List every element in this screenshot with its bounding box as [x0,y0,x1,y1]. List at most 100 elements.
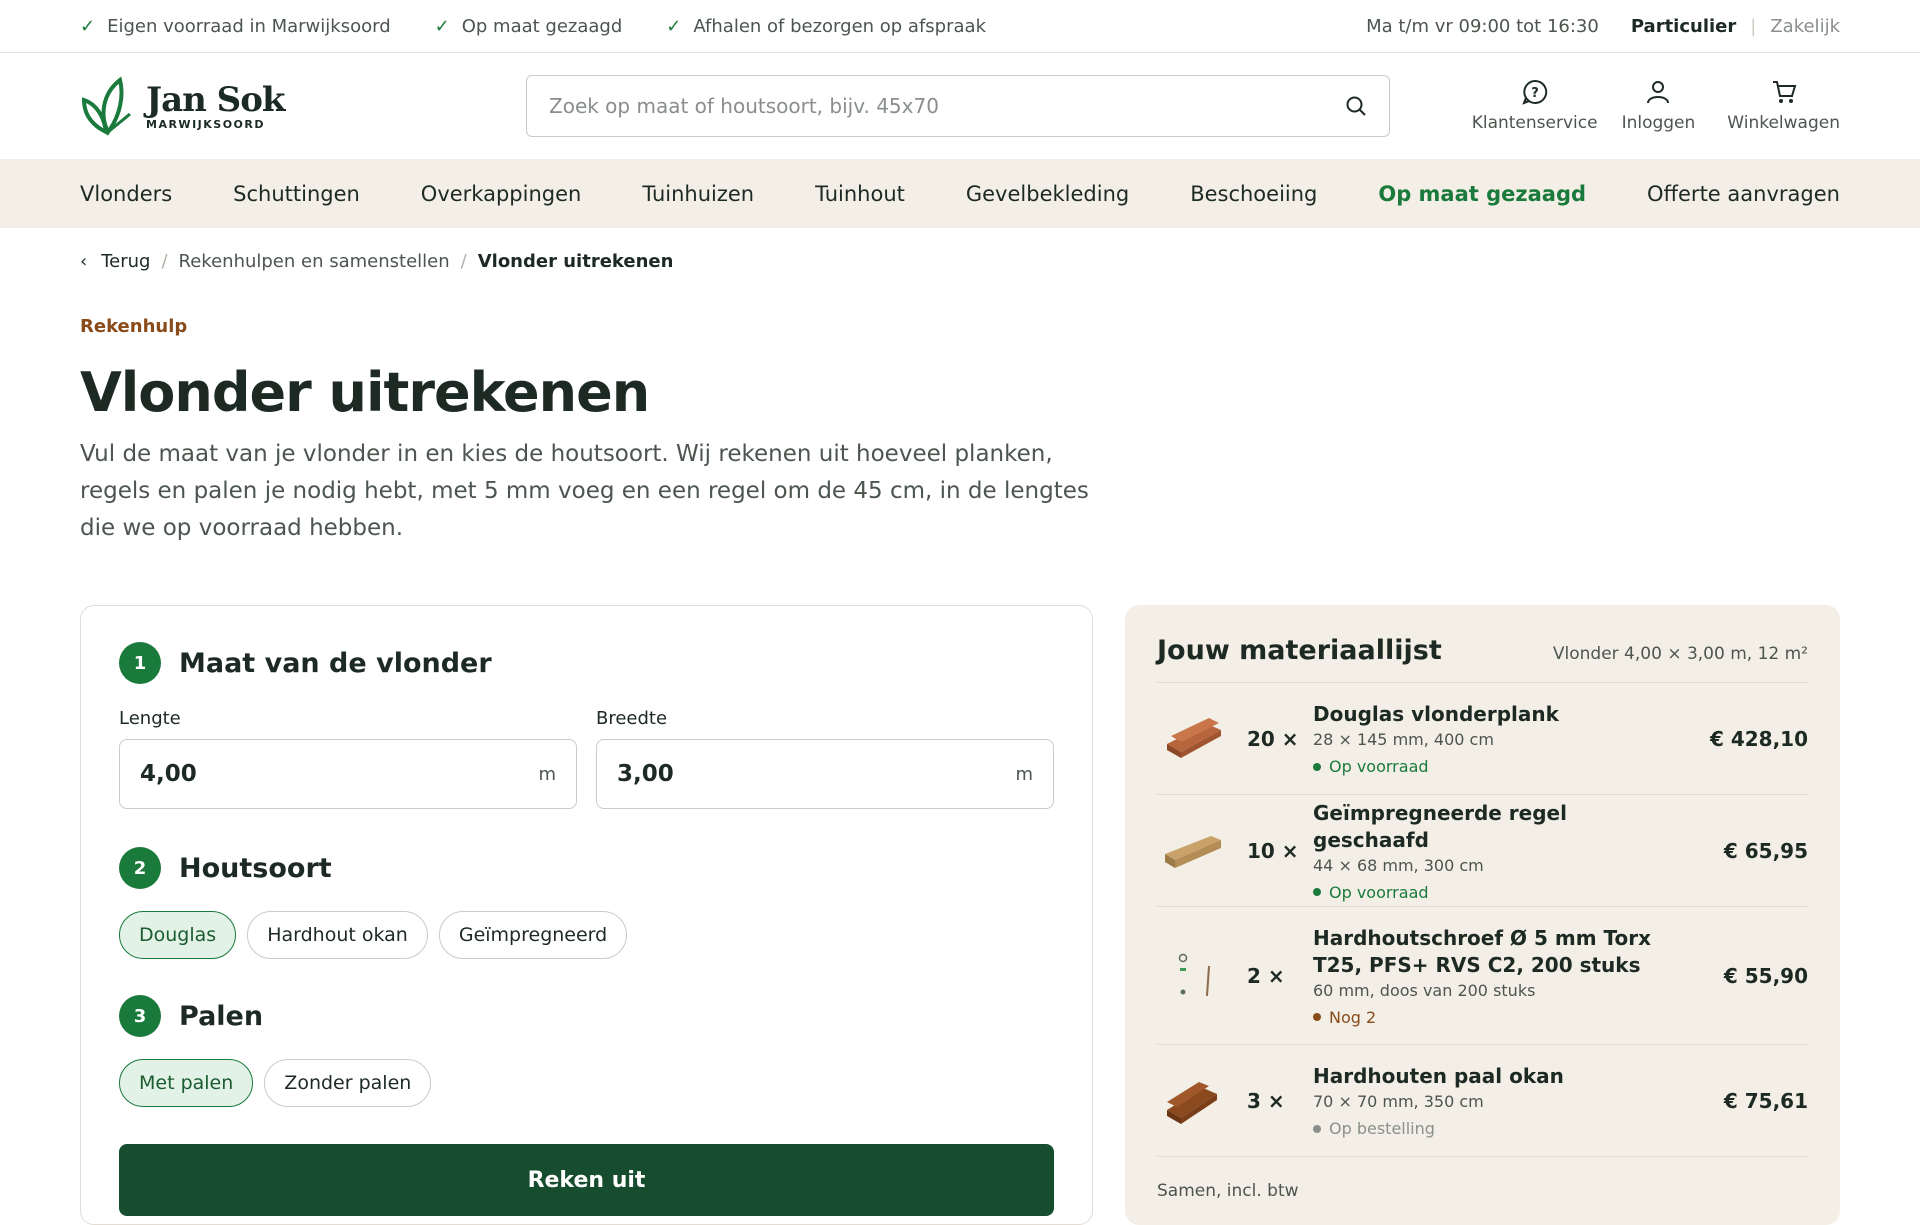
svg-text:?: ? [1531,86,1539,101]
step-number: 1 [119,642,161,684]
status-dot-icon [1313,1013,1321,1021]
user-icon [1647,81,1670,104]
stock-status: Nog 2 [1313,1008,1688,1027]
usp-bar: ✓ Eigen voorraad in Marwijksoord ✓ Op maat… [0,0,1920,53]
search-input[interactable] [549,94,1345,118]
item-quantity: 20 × [1247,726,1299,751]
item-name: Hardhoutschroef Ø 5 mm Torx T25, PFS+ RV… [1313,925,1651,977]
status-dot-icon [1313,762,1321,771]
breadcrumb-separator: / [161,250,168,272]
nav-item-op-maat-gezaagd[interactable]: Op maat gezaagd [1378,182,1586,206]
item-price: € 65,95 [1723,838,1808,863]
nav-item-schuttingen[interactable]: Schuttingen [233,182,360,206]
length-field: Lengte m [119,708,577,809]
screw-image [1161,944,1225,1008]
segment-zakelijk[interactable]: Zakelijk [1770,16,1840,37]
breadcrumb-current: Vlonder uitrekenen [477,250,674,272]
length-input[interactable] [140,761,539,787]
total-label: Samen, incl. btw [1157,1181,1299,1201]
step-wood-type: 2 Houtsoort [119,847,1054,889]
list-item[interactable]: 10 × Geïmpregneerde regel geschaafd 44 ×… [1157,795,1808,907]
deck-dimensions: Vlonder 4,00 × 3,00 m, 12 m² [1552,644,1808,664]
item-spec: 44 × 68 mm, 300 cm [1313,855,1484,875]
leaf-logo-icon [81,76,131,136]
back-link[interactable]: ‹ Terug [80,251,150,272]
logo[interactable]: Jan Sok MARWIJKSOORD [80,76,526,136]
check-icon: ✓ [666,15,682,37]
step-title: Maat van de vlonder [179,647,492,679]
check-icon: ✓ [80,15,96,37]
item-quantity: 2 × [1247,963,1285,988]
post-image [1161,1069,1225,1133]
step-number: 2 [119,847,161,889]
material-list-title: Jouw materiaallijst [1157,635,1442,666]
breadcrumb: ‹ Terug / Rekenhulpen en samenstellen / V… [0,228,1920,294]
usp-item: ✓ Eigen voorraad in Marwijksoord [80,15,391,37]
nav-item-vlonders[interactable]: Vlonders [80,182,172,206]
logo-name: Jan Sok [146,79,285,120]
nav-item-tuinhuizen[interactable]: Tuinhuizen [642,182,754,206]
item-name: Douglas vlonderplank [1313,702,1559,726]
item-name: Geïmpregneerde regel geschaafd [1313,800,1567,852]
check-icon: ✓ [434,15,450,37]
list-item[interactable]: 20 × Douglas vlonderplank 28 × 145 mm, 4… [1157,683,1808,795]
nav-item-beschoeiing[interactable]: Beschoeiing [1190,182,1317,206]
login-button[interactable]: Inloggen [1622,79,1695,133]
page-intro: Rekenhulp Vlonder uitrekenen Vul de maat… [0,316,1920,547]
wood-option-geimpregneerd[interactable]: Geïmpregneerd [438,911,628,959]
nav-item-overkappingen[interactable]: Overkappingen [421,182,582,206]
wood-option-douglas[interactable]: Douglas [119,911,237,959]
intro-text: Vul de maat van je vlonder in en kies de… [80,441,1089,541]
segment-particulier[interactable]: Particulier [1631,16,1736,37]
chevron-left-icon: ‹ [80,250,88,272]
material-list: Jouw materiaallijst Vlonder 4,00 × 3,00 … [1125,605,1840,1225]
search-bar [526,75,1390,137]
status-dot-icon [1313,1124,1321,1133]
wood-option-hardhout-okan[interactable]: Hardhout okan [247,911,428,959]
wood-type-options: Douglas Hardhout okan Geïmpregneerd [119,911,1054,959]
list-item[interactable]: 2 × Hardhoutschroef Ø 5 mm Torx T25, PFS… [1157,907,1808,1045]
nav-item-gevelbekleding[interactable]: Gevelbekleding [966,182,1129,206]
step-posts: 3 Palen [119,995,1054,1037]
length-unit: m [538,763,556,785]
nav-item-offerte-aanvragen[interactable]: Offerte aanvragen [1647,182,1840,206]
breadcrumb-parent[interactable]: Rekenhulpen en samenstellen [179,251,450,272]
customer-service-button[interactable]: ? Klantenservice [1472,79,1598,133]
width-field: Breedte m [596,708,1054,809]
eyebrow-label: Rekenhulp [80,316,188,337]
calculate-button[interactable]: Reken uit [119,1144,1054,1216]
step-size: 1 Maat van de vlonder [119,642,1054,684]
post-options: Met palen Zonder palen [119,1059,1054,1107]
site-header: Jan Sok MARWIJKSOORD ? Klantenservice In… [0,53,1920,159]
length-label: Lengte [119,708,181,729]
item-price: € 55,90 [1723,963,1808,988]
post-option-met-palen[interactable]: Met palen [119,1059,254,1107]
step-title: Palen [179,1000,264,1032]
item-quantity: 3 × [1247,1088,1285,1113]
batten-image [1161,819,1225,883]
list-item[interactable]: 3 × Hardhouten paal okan 70 × 70 mm, 350… [1157,1045,1808,1157]
opening-hours: Ma t/m vr 09:00 tot 16:30 [1366,15,1599,37]
search-icon[interactable] [1345,95,1367,117]
cart-button[interactable]: Winkelwagen [1727,79,1840,133]
item-spec: 28 × 145 mm, 400 cm [1313,730,1494,749]
usp-item: ✓ Op maat gezaagd [434,15,623,37]
calculator-form: 1 Maat van de vlonder Lengte m Breedte m… [80,605,1093,1225]
main-navigation: Vlonders Schuttingen Overkappingen Tuinh… [0,159,1920,228]
item-price: € 75,61 [1723,1088,1808,1113]
item-price: € 428,10 [1709,726,1808,751]
help-bubble-icon: ? [1521,79,1547,105]
item-quantity: 10 × [1247,838,1299,863]
step-number: 3 [119,995,161,1037]
item-spec: 70 × 70 mm, 350 cm [1313,1092,1484,1111]
item-spec: 60 mm, doos van 200 stuks [1313,980,1536,1000]
stock-status: Op voorraad [1313,883,1688,902]
usp-item: ✓ Afhalen of bezorgen op afspraak [666,15,986,37]
page-title: Vlonder uitrekenen [80,361,650,424]
width-input[interactable] [617,761,1016,787]
post-option-zonder-palen[interactable]: Zonder palen [264,1059,432,1107]
logo-subtitle: MARWIJKSOORD [146,117,265,131]
plank-image [1161,707,1225,771]
nav-item-tuinhout[interactable]: Tuinhout [815,182,905,206]
step-title: Houtsoort [179,852,332,884]
